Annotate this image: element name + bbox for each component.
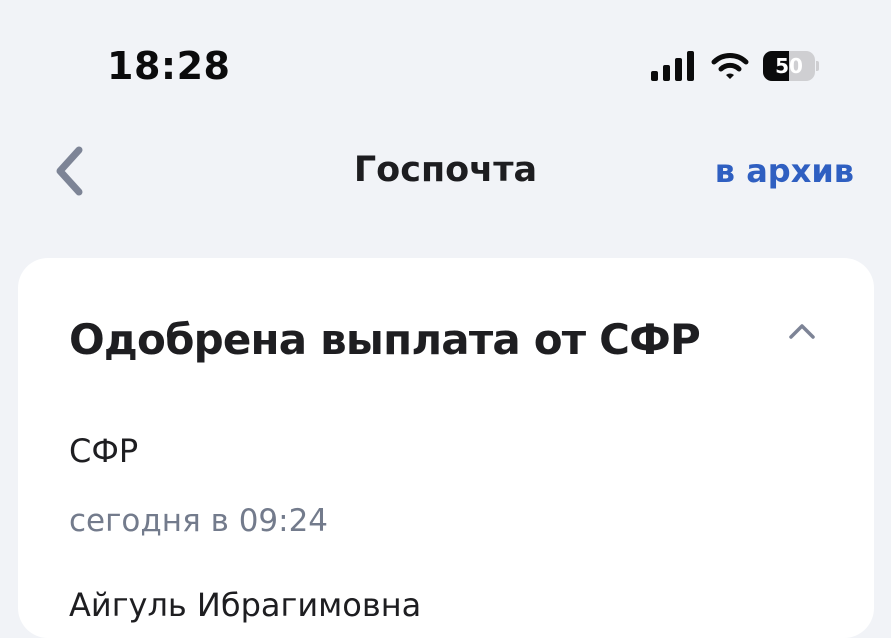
message-card: Одобрена выплата от СФР СФР сегодня в 09…	[18, 258, 874, 638]
archive-button[interactable]: в архив	[715, 152, 854, 190]
message-body: Айгуль Ибрагимовна	[69, 586, 422, 624]
cellular-signal-icon	[651, 51, 694, 81]
wifi-icon	[711, 53, 749, 79]
chevron-up-icon	[789, 324, 815, 339]
message-sender: СФР	[69, 432, 139, 470]
status-time: 18:28	[107, 44, 231, 88]
battery-icon: 50	[763, 51, 819, 81]
message-date: сегодня в 09:24	[69, 503, 329, 539]
battery-level: 50	[775, 54, 803, 78]
status-icons: 50	[651, 48, 819, 84]
battery-body: 50	[763, 51, 815, 81]
message-title: Одобрена выплата от СФР	[69, 315, 701, 364]
collapse-button[interactable]	[782, 314, 822, 348]
battery-cap	[816, 61, 819, 71]
